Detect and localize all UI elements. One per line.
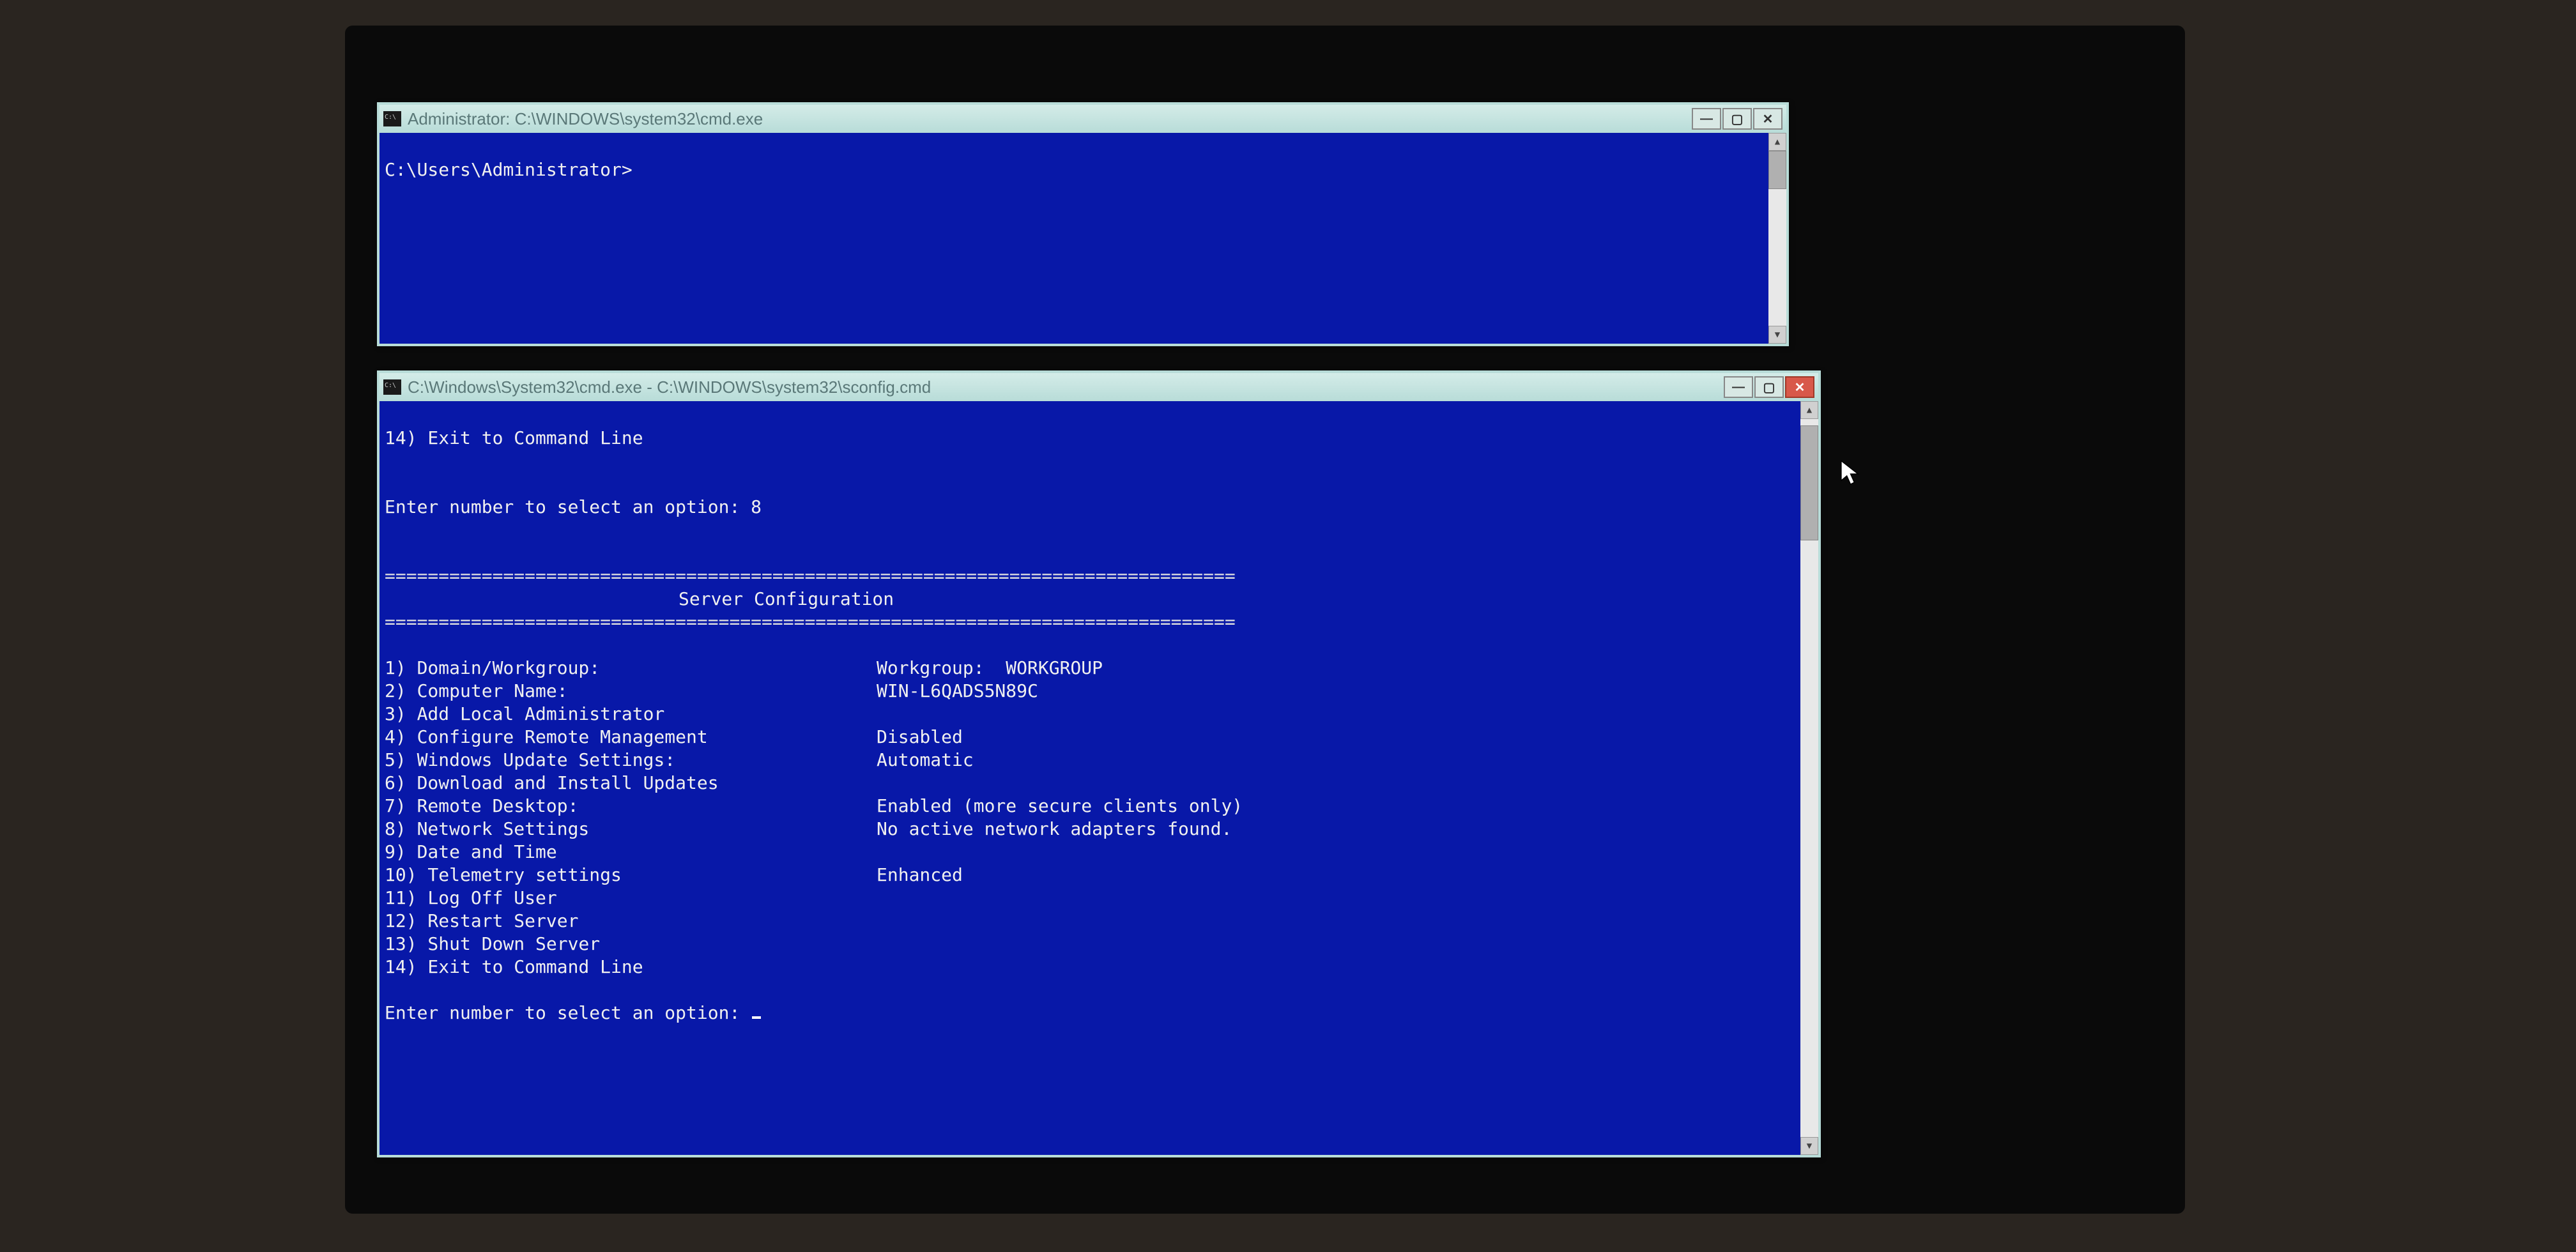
sconfig-menu-label: 3) Add Local Administrator — [385, 703, 877, 726]
sconfig-menu-value: Workgroup: WORKGROUP — [877, 657, 1103, 680]
close-button[interactable]: ✕ — [1785, 376, 1814, 398]
sconfig-menu-row: 6) Download and Install Updates — [385, 772, 1813, 795]
scroll-track[interactable] — [1768, 151, 1786, 326]
sconfig-menu-row: 14) Exit to Command Line — [385, 956, 1813, 979]
sconfig-menu-row: 8) Network SettingsNo active network ada… — [385, 818, 1813, 841]
scrollbar[interactable]: ▲ ▼ — [1768, 133, 1786, 344]
maximize-button[interactable]: ▢ — [1754, 376, 1784, 398]
scroll-thumb[interactable] — [1768, 151, 1786, 189]
sconfig-menu-label: 8) Network Settings — [385, 818, 877, 841]
sconfig-menu-row: 1) Domain/Workgroup:Workgroup: WORKGROUP — [385, 657, 1813, 680]
divider: ========================================… — [385, 611, 1236, 632]
sconfig-menu-label: 6) Download and Install Updates — [385, 772, 877, 795]
sconfig-menu-label: 13) Shut Down Server — [385, 933, 877, 956]
prev-prompt: Enter number to select an option: 8 — [385, 496, 762, 517]
sconfig-menu-row: 11) Log Off User — [385, 887, 1813, 910]
cmd-icon — [383, 379, 401, 395]
console-output[interactable]: 14) Exit to Command Line Enter number to… — [379, 401, 1818, 1155]
sconfig-menu-row: 5) Windows Update Settings:Automatic — [385, 749, 1813, 772]
sconfig-menu-row: 10) Telemetry settingsEnhanced — [385, 864, 1813, 887]
sconfig-menu-label: 1) Domain/Workgroup: — [385, 657, 877, 680]
sconfig-menu-row: 9) Date and Time — [385, 841, 1813, 864]
prompt-line: C:\Users\Administrator> — [385, 159, 632, 180]
sconfig-header: Server Configuration — [385, 588, 1813, 611]
sconfig-menu-value: No active network adapters found. — [877, 818, 1232, 841]
scroll-down-button[interactable]: ▼ — [1800, 1137, 1818, 1155]
maximize-button[interactable]: ▢ — [1722, 108, 1752, 130]
sconfig-menu-label: 4) Configure Remote Management — [385, 726, 877, 749]
cmd-icon — [383, 111, 401, 126]
cmd-window-admin: Administrator: C:\WINDOWS\system32\cmd.e… — [377, 102, 1789, 346]
scroll-up-button[interactable]: ▲ — [1768, 133, 1786, 151]
sconfig-menu-label: 10) Telemetry settings — [385, 864, 877, 887]
scrollbar[interactable]: ▲ ▼ — [1800, 401, 1818, 1155]
sconfig-menu-label: 2) Computer Name: — [385, 680, 877, 703]
sconfig-menu-row: 4) Configure Remote ManagementDisabled — [385, 726, 1813, 749]
sconfig-menu-value: Automatic — [877, 749, 974, 772]
titlebar[interactable]: C:\Windows\System32\cmd.exe - C:\WINDOWS… — [379, 373, 1818, 401]
sconfig-menu-row: 7) Remote Desktop:Enabled (more secure c… — [385, 795, 1813, 818]
sconfig-menu-row: 13) Shut Down Server — [385, 933, 1813, 956]
sconfig-menu-label: 5) Windows Update Settings: — [385, 749, 877, 772]
console-output[interactable]: C:\Users\Administrator> ▲ ▼ — [379, 133, 1786, 344]
sconfig-menu-row: 2) Computer Name:WIN-L6QADS5N89C — [385, 680, 1813, 703]
window-controls: — ▢ ✕ — [1724, 376, 1814, 398]
prev-menu-item: 14) Exit to Command Line — [385, 427, 643, 448]
cmd-window-sconfig: C:\Windows\System32\cmd.exe - C:\WINDOWS… — [377, 370, 1821, 1157]
sconfig-menu-value: Disabled — [877, 726, 963, 749]
desktop: Administrator: C:\WINDOWS\system32\cmd.e… — [345, 26, 2185, 1214]
sconfig-menu-row: 3) Add Local Administrator — [385, 703, 1813, 726]
sconfig-menu-value: WIN-L6QADS5N89C — [877, 680, 1038, 703]
sconfig-menu-value: Enhanced — [877, 864, 963, 887]
minimize-button[interactable]: — — [1724, 376, 1753, 398]
scroll-thumb[interactable] — [1800, 425, 1818, 540]
close-button[interactable]: ✕ — [1753, 108, 1782, 130]
sconfig-menu-label: 14) Exit to Command Line — [385, 956, 877, 979]
sconfig-menu-row: 12) Restart Server — [385, 910, 1813, 933]
sconfig-menu: 1) Domain/Workgroup:Workgroup: WORKGROUP… — [385, 657, 1813, 979]
sconfig-prompt: Enter number to select an option: — [385, 1002, 751, 1023]
sconfig-menu-label: 11) Log Off User — [385, 887, 877, 910]
minimize-button[interactable]: — — [1692, 108, 1721, 130]
sconfig-menu-label: 12) Restart Server — [385, 910, 877, 933]
window-title: C:\Windows\System32\cmd.exe - C:\WINDOWS… — [408, 378, 1724, 397]
divider: ========================================… — [385, 565, 1236, 586]
titlebar[interactable]: Administrator: C:\WINDOWS\system32\cmd.e… — [379, 105, 1786, 133]
scroll-up-button[interactable]: ▲ — [1800, 401, 1818, 419]
sconfig-menu-label: 7) Remote Desktop: — [385, 795, 877, 818]
cursor — [752, 1016, 761, 1019]
sconfig-menu-label: 9) Date and Time — [385, 841, 877, 864]
sconfig-menu-value: Enabled (more secure clients only) — [877, 795, 1243, 818]
scroll-track[interactable] — [1800, 419, 1818, 1137]
window-controls: — ▢ ✕ — [1692, 108, 1782, 130]
window-title: Administrator: C:\WINDOWS\system32\cmd.e… — [408, 109, 1692, 129]
scroll-down-button[interactable]: ▼ — [1768, 326, 1786, 344]
